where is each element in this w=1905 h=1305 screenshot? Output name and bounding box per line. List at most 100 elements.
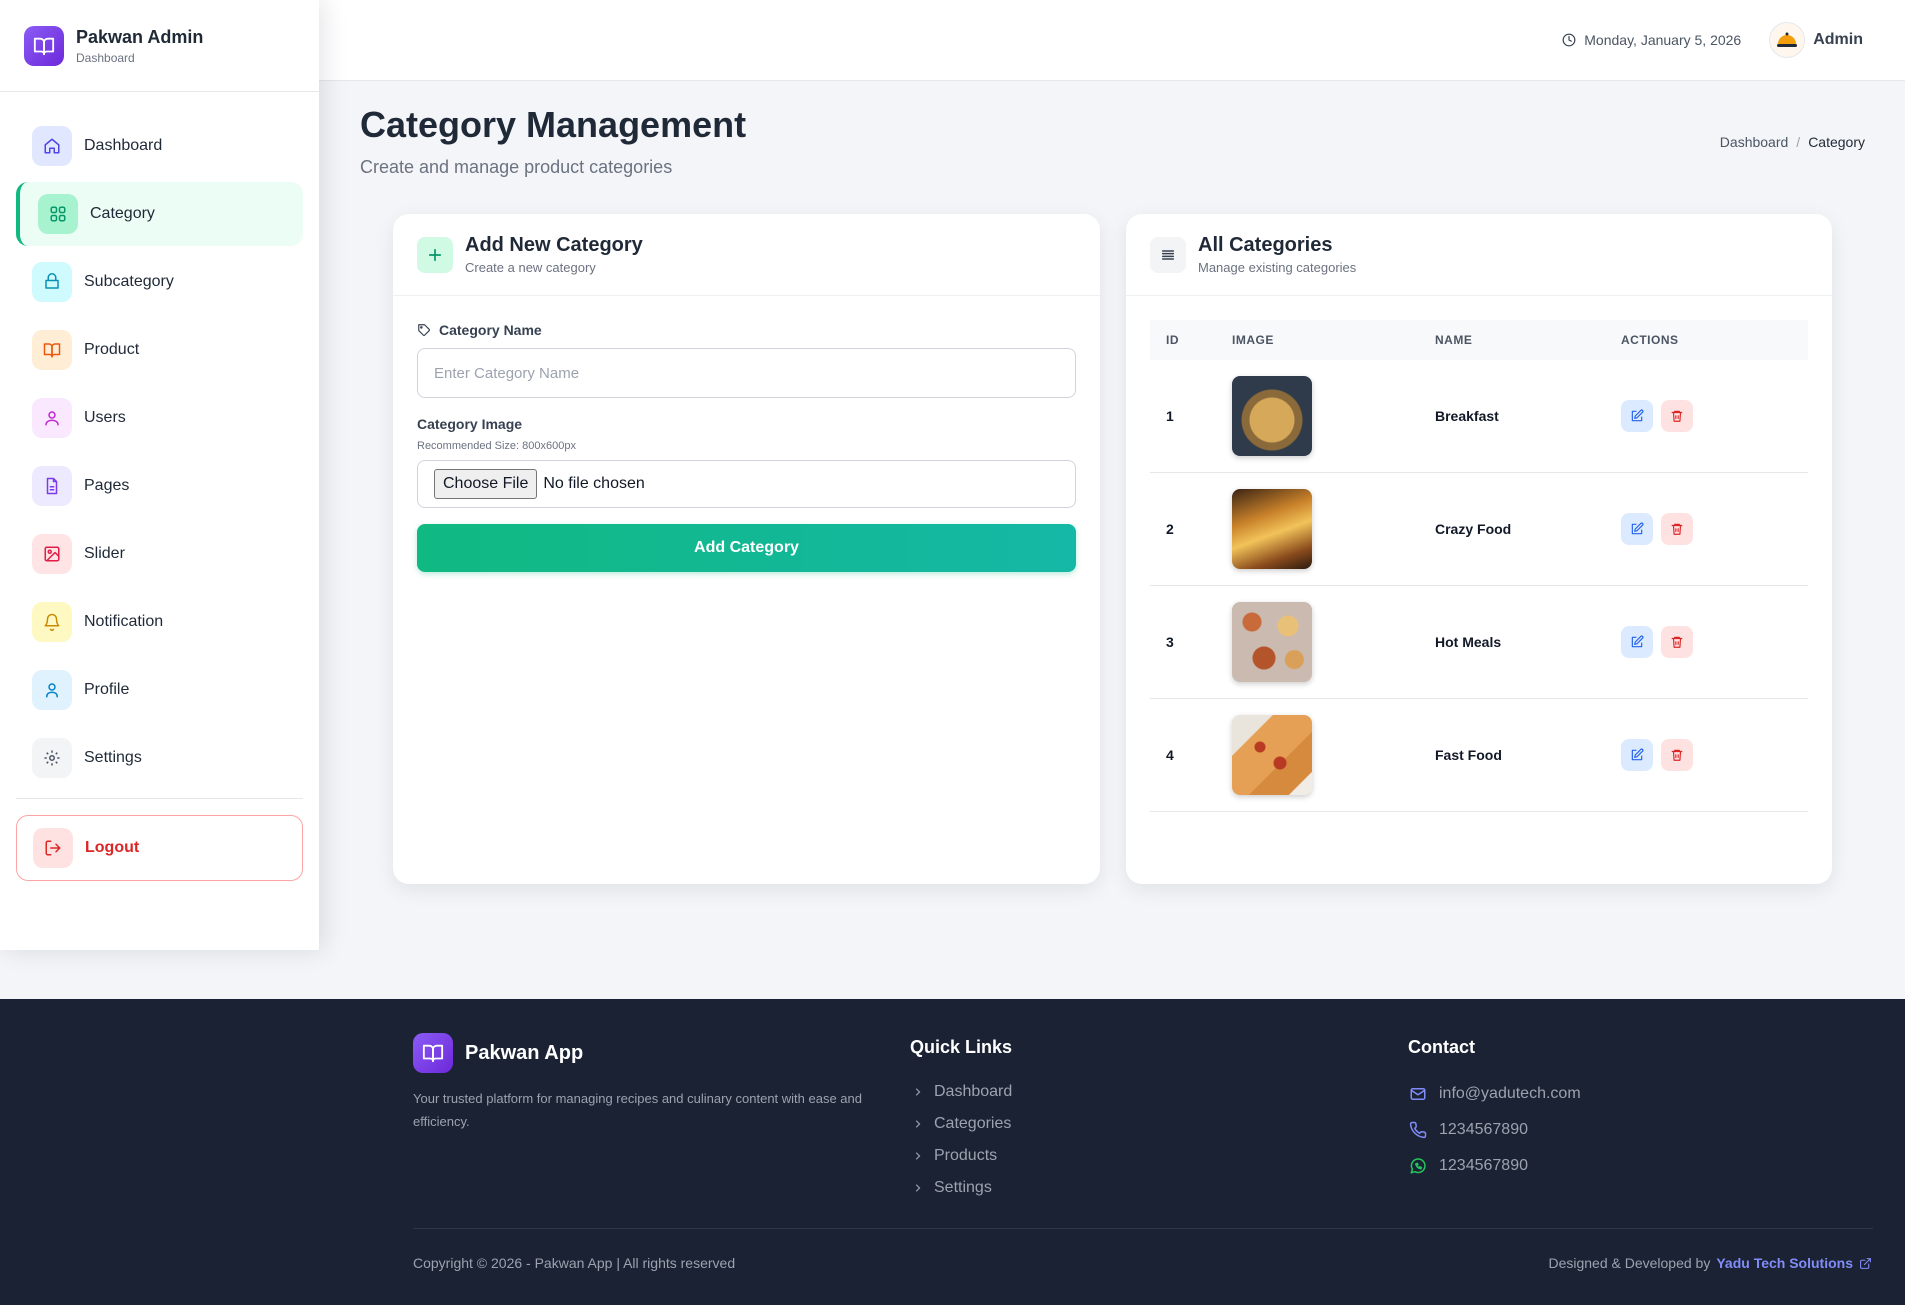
table-row: 2 Crazy Food <box>1150 473 1808 586</box>
plus-icon <box>417 236 453 273</box>
sidebar-item-label: Category <box>90 205 155 222</box>
copyright: Copyright © 2026 - Pakwan App | All righ… <box>413 1255 736 1271</box>
clock-icon <box>1562 33 1576 47</box>
footer-link-settings[interactable]: Settings <box>912 1172 1012 1204</box>
contact-title: Contact <box>1408 1037 1475 1057</box>
sidebar-item-product[interactable]: Product <box>16 318 303 382</box>
category-image-file-input[interactable]: Choose File No file chosen <box>417 460 1076 508</box>
delete-button[interactable] <box>1661 513 1693 545</box>
tag-icon <box>418 324 430 336</box>
chevron-right-icon <box>915 1152 921 1160</box>
user-name[interactable]: Admin <box>1813 31 1863 49</box>
all-categories-header: All Categories Manage existing categorie… <box>1126 214 1832 296</box>
brand-title: Pakwan Admin <box>76 26 204 47</box>
edit-icon <box>1631 748 1644 761</box>
category-name-input[interactable]: Enter Category Name <box>417 348 1076 398</box>
row-id: 4 <box>1166 747 1174 763</box>
edit-button[interactable] <box>1621 739 1653 771</box>
sidebar-item-category[interactable]: Category <box>16 182 303 246</box>
sidebar-item-users[interactable]: Users <box>16 386 303 450</box>
avatar[interactable] <box>1769 22 1806 58</box>
add-category-subtitle: Create a new category <box>465 260 596 275</box>
contact-phone[interactable]: 1234567890 <box>1409 1112 1581 1148</box>
table-header: ID IMAGE NAME ACTIONS <box>1150 320 1808 360</box>
sidebar-item-pages[interactable]: Pages <box>16 454 303 518</box>
row-name: Crazy Food <box>1435 521 1512 537</box>
column-image: IMAGE <box>1232 333 1274 347</box>
footer-brand-title: Pakwan App <box>465 1041 584 1064</box>
credit-link[interactable]: Yadu Tech Solutions <box>1716 1255 1872 1271</box>
sidebar-item-slider[interactable]: Slider <box>16 522 303 586</box>
add-category-button[interactable]: Add Category <box>417 524 1076 572</box>
add-category-header: Add New Category Create a new category <box>393 214 1100 296</box>
row-id: 1 <box>1166 408 1174 424</box>
user-icon <box>32 670 72 710</box>
page-title: Category Management <box>360 104 747 145</box>
brand-subtitle: Dashboard <box>76 50 135 65</box>
add-category-form: Category Name Enter Category Name Catego… <box>393 296 1100 572</box>
breadcrumb-home[interactable]: Dashboard <box>1720 134 1789 150</box>
sidebar-brand[interactable]: Pakwan Admin Dashboard <box>0 0 319 92</box>
choose-file-button[interactable]: Choose File <box>434 469 538 499</box>
grid-icon <box>38 194 78 234</box>
edit-button[interactable] <box>1621 400 1653 432</box>
row-name: Hot Meals <box>1435 634 1502 650</box>
mail-icon <box>1410 1088 1426 1100</box>
column-actions: ACTIONS <box>1621 333 1679 347</box>
layers-icon <box>32 262 72 302</box>
credit: Designed & Developed by Yadu Tech Soluti… <box>1548 1255 1872 1271</box>
edit-icon <box>1631 409 1644 422</box>
add-category-title: Add New Category <box>465 234 643 256</box>
delete-button[interactable] <box>1661 400 1693 432</box>
footer-link-dashboard[interactable]: Dashboard <box>912 1076 1012 1108</box>
file-status: No file chosen <box>543 475 645 492</box>
edit-button[interactable] <box>1621 513 1653 545</box>
sidebar-item-label: Pages <box>84 477 130 494</box>
row-id: 2 <box>1166 521 1174 537</box>
categories-table: ID IMAGE NAME ACTIONS 1 Breakfast 2 Craz… <box>1150 320 1808 812</box>
breadcrumb-current: Category <box>1808 134 1865 150</box>
footer-link-categories[interactable]: Categories <box>912 1108 1012 1140</box>
sidebar-item-label: Notification <box>84 613 164 630</box>
column-name: NAME <box>1435 333 1473 347</box>
top-header: Monday, January 5, 2026 Admin <box>319 0 1905 81</box>
sidebar-item-dashboard[interactable]: Dashboard <box>16 114 303 178</box>
hot-meals-thumbnail <box>1232 602 1312 682</box>
sidebar-item-label: Dashboard <box>84 137 163 154</box>
row-id: 3 <box>1166 634 1174 650</box>
contact-email[interactable]: info@yadutech.com <box>1409 1076 1581 1112</box>
crazy-food-thumbnail <box>1232 489 1312 569</box>
row-name: Fast Food <box>1435 747 1502 763</box>
trash-icon <box>1671 749 1683 761</box>
sidebar: Pakwan Admin Dashboard Dashboard Categor… <box>0 0 319 950</box>
book-logo-icon <box>413 1033 453 1073</box>
sidebar-item-profile[interactable]: Profile <box>16 658 303 722</box>
sidebar-item-subcategory[interactable]: Subcategory <box>16 250 303 314</box>
table-row: 1 Breakfast <box>1150 360 1808 473</box>
fast-food-thumbnail <box>1232 715 1312 795</box>
sidebar-item-settings[interactable]: Settings <box>16 726 303 790</box>
date-text: Monday, January 5, 2026 <box>1584 32 1742 48</box>
trash-icon <box>1671 636 1683 648</box>
sidebar-item-label: Slider <box>84 545 125 562</box>
whatsapp-icon <box>1410 1158 1426 1174</box>
sidebar-item-notification[interactable]: Notification <box>16 590 303 654</box>
edit-button[interactable] <box>1621 626 1653 658</box>
quick-links: Dashboard Categories Products Settings <box>912 1076 1012 1204</box>
table-row: 4 Fast Food <box>1150 699 1808 812</box>
image-size-hint: Recommended Size: 800x600px <box>417 440 576 452</box>
delete-button[interactable] <box>1661 626 1693 658</box>
chevron-right-icon <box>915 1120 921 1128</box>
logout-button[interactable]: Logout <box>16 815 303 881</box>
book-logo-icon <box>24 25 64 66</box>
all-categories-title: All Categories <box>1198 234 1333 256</box>
footer-link-products[interactable]: Products <box>912 1140 1012 1172</box>
contact-whatsapp[interactable]: 1234567890 <box>1409 1148 1581 1184</box>
delete-button[interactable] <box>1661 739 1693 771</box>
sidebar-item-label: Users <box>84 409 126 426</box>
credit-prefix: Designed & Developed by <box>1548 1255 1711 1271</box>
breadcrumb: Dashboard / Category <box>1720 134 1865 150</box>
breadcrumb-separator: / <box>1796 134 1801 150</box>
quick-links-title: Quick Links <box>910 1037 1013 1057</box>
all-categories-subtitle: Manage existing categories <box>1198 260 1357 275</box>
